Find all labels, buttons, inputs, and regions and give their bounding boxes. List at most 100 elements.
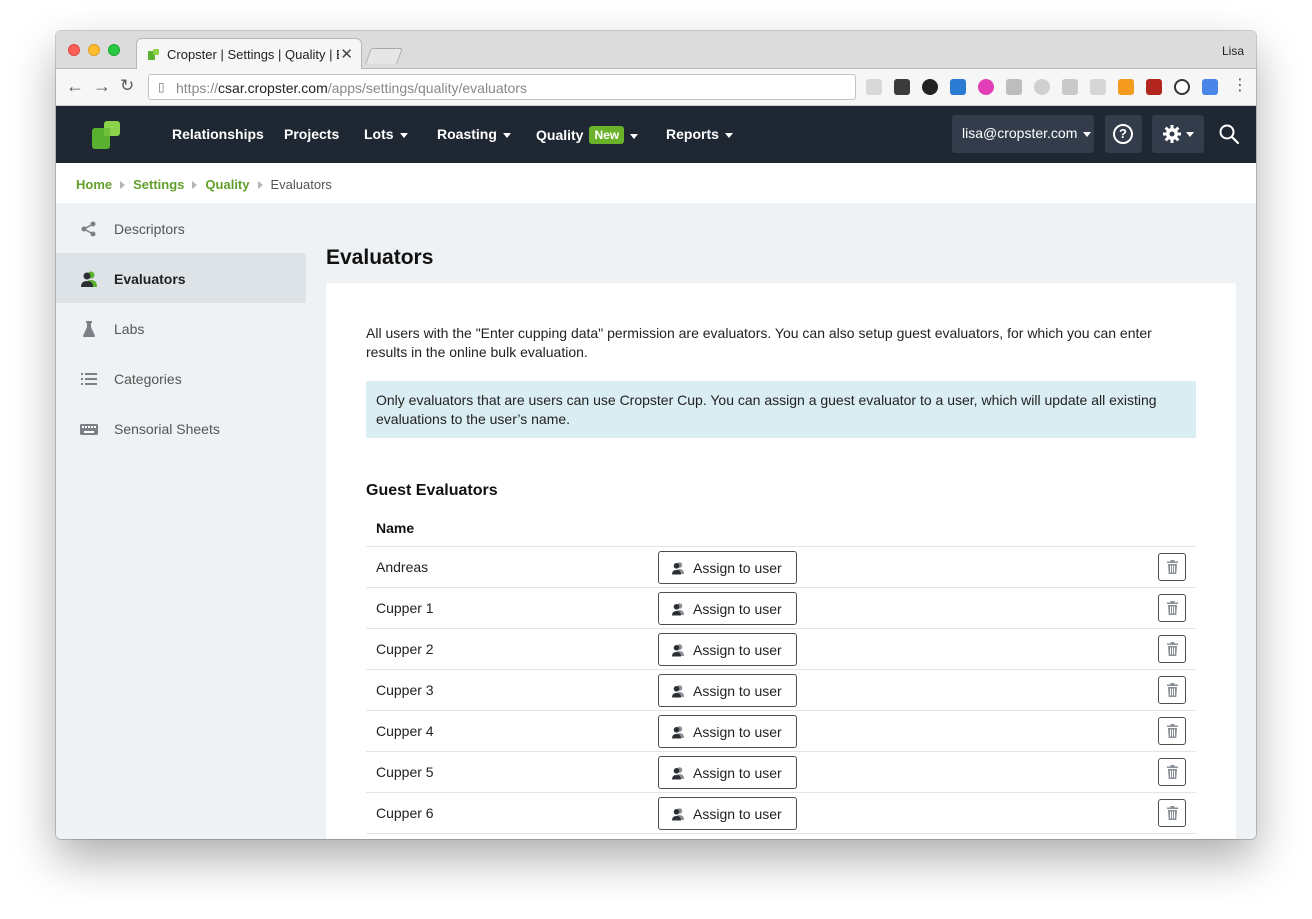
assign-to-user-button[interactable]: Assign to user: [658, 592, 797, 625]
chevron-down-icon: [1083, 131, 1092, 137]
breadcrumb-settings[interactable]: Settings: [133, 177, 184, 192]
settings-menu-button[interactable]: [1152, 115, 1204, 153]
chevron-down-icon: [630, 133, 639, 139]
nav-lots[interactable]: Lots: [364, 126, 408, 142]
user-menu-button[interactable]: lisa@cropster.com: [952, 115, 1094, 153]
page-info-icon[interactable]: ▯: [158, 80, 165, 94]
extension-6-icon[interactable]: [1006, 79, 1022, 95]
assign-to-user-button[interactable]: Assign to user: [658, 674, 797, 707]
user-icon: [672, 767, 684, 780]
browser-tab[interactable]: Cropster | Settings | Quality | E ✕: [136, 38, 362, 69]
sidebar-item-descriptors[interactable]: Descriptors: [56, 203, 306, 253]
sidebar-item-sensorial-sheets[interactable]: Sensorial Sheets: [56, 403, 306, 453]
trash-icon: [1167, 601, 1178, 615]
assign-button-label: Assign to user: [693, 724, 782, 740]
browser-profile-name[interactable]: Lisa: [1222, 44, 1244, 58]
delete-evaluator-button[interactable]: [1158, 717, 1186, 745]
nav-quality[interactable]: Quality New: [536, 126, 639, 144]
nav-roasting[interactable]: Roasting: [437, 126, 511, 142]
extension-7-icon[interactable]: [1034, 79, 1050, 95]
extension-2-icon[interactable]: [894, 79, 910, 95]
address-bar[interactable]: ▯ https://csar.cropster.com/apps/setting…: [148, 74, 856, 100]
breadcrumb: Home Settings Quality Evaluators: [56, 163, 1256, 203]
evaluator-name: Andreas: [376, 559, 429, 575]
delete-evaluator-button[interactable]: [1158, 799, 1186, 827]
evaluators-card: All users with the "Enter cupping data" …: [326, 283, 1236, 839]
extension-10-icon[interactable]: [1118, 79, 1134, 95]
table-row: Cupper 4 Assign to user: [366, 711, 1196, 752]
close-window-button[interactable]: [68, 44, 80, 56]
trash-icon: [1167, 642, 1178, 656]
forward-arrow-icon[interactable]: →: [93, 77, 111, 95]
extension-11-icon[interactable]: [1146, 79, 1162, 95]
new-tab-button[interactable]: [365, 48, 403, 64]
delete-evaluator-button[interactable]: [1158, 594, 1186, 622]
table-row: Cupper 1 Assign to user: [366, 588, 1196, 629]
delete-evaluator-button[interactable]: [1158, 676, 1186, 704]
assign-button-label: Assign to user: [693, 642, 782, 658]
browser-toolbar: ← → ↻ ▯ https://csar.cropster.com/apps/s…: [56, 69, 1256, 106]
new-badge: New: [589, 126, 625, 144]
browser-tab-bar: Cropster | Settings | Quality | E ✕ Lisa: [56, 31, 1256, 69]
extension-12-icon[interactable]: [1174, 79, 1190, 95]
help-button[interactable]: ?: [1105, 115, 1142, 153]
assign-to-user-button[interactable]: Assign to user: [658, 715, 797, 748]
extension-9-icon[interactable]: [1090, 79, 1106, 95]
sidebar-item-label: Labs: [114, 321, 145, 337]
sidebar-item-label: Categories: [114, 371, 182, 387]
assign-to-user-button[interactable]: Assign to user: [658, 756, 797, 789]
user-icon: [672, 603, 684, 616]
close-icon[interactable]: ✕: [340, 45, 353, 63]
delete-evaluator-button[interactable]: [1158, 635, 1186, 663]
table-row: Cupper 5 Assign to user: [366, 752, 1196, 793]
assign-to-user-button[interactable]: Assign to user: [658, 633, 797, 666]
delete-evaluator-button[interactable]: [1158, 758, 1186, 786]
translate-icon[interactable]: [1202, 79, 1218, 95]
reload-icon[interactable]: ↻: [120, 77, 134, 95]
minimize-window-button[interactable]: [88, 44, 100, 56]
content-area: Descriptors Evaluators Labs Categories S…: [56, 203, 1256, 839]
extension-1-icon[interactable]: [866, 79, 882, 95]
assign-button-label: Assign to user: [693, 765, 782, 781]
descriptors-icon: [81, 221, 96, 237]
assign-button-label: Assign to user: [693, 683, 782, 699]
extension-3-icon[interactable]: [922, 79, 938, 95]
assign-to-user-button[interactable]: Assign to user: [658, 797, 797, 830]
cropster-logo-icon[interactable]: [91, 120, 121, 150]
evaluator-name: Cupper 5: [376, 764, 434, 780]
sidebar-item-categories[interactable]: Categories: [56, 353, 306, 403]
list-icon: [81, 373, 97, 385]
maximize-window-button[interactable]: [108, 44, 120, 56]
chevron-down-icon: [724, 132, 733, 138]
browser-menu-icon[interactable]: ⋮: [1232, 77, 1248, 95]
breadcrumb-current: Evaluators: [270, 177, 332, 192]
extension-5-icon[interactable]: [978, 79, 994, 95]
search-icon[interactable]: [1218, 123, 1240, 145]
breadcrumb-home[interactable]: Home: [76, 177, 112, 192]
evaluator-name: Cupper 3: [376, 682, 434, 698]
trash-icon: [1167, 560, 1178, 574]
nav-relationships[interactable]: Relationships: [172, 126, 264, 142]
sidebar-item-label: Descriptors: [114, 221, 185, 237]
sidebar-item-labs[interactable]: Labs: [56, 303, 306, 353]
chevron-right-icon: [120, 181, 126, 189]
chevron-down-icon: [399, 132, 408, 138]
user-icon: [672, 808, 684, 821]
sidebar-item-evaluators[interactable]: Evaluators: [56, 253, 306, 303]
address-url[interactable]: https://csar.cropster.com/apps/settings/…: [176, 80, 527, 96]
assign-to-user-button[interactable]: Assign to user: [658, 551, 797, 584]
assign-button-label: Assign to user: [693, 601, 782, 617]
delete-evaluator-button[interactable]: [1158, 553, 1186, 581]
column-header-name: Name: [366, 508, 1196, 547]
keyboard-icon: [80, 424, 98, 435]
back-arrow-icon[interactable]: ←: [66, 77, 84, 95]
user-icon: [672, 726, 684, 739]
trash-icon: [1167, 765, 1178, 779]
nav-reports[interactable]: Reports: [666, 126, 733, 142]
nav-projects[interactable]: Projects: [284, 126, 339, 142]
extension-8-icon[interactable]: [1062, 79, 1078, 95]
help-icon: ?: [1113, 124, 1133, 144]
extension-4-icon[interactable]: [950, 79, 966, 95]
breadcrumb-quality[interactable]: Quality: [205, 177, 249, 192]
browser-window: Cropster | Settings | Quality | E ✕ Lisa…: [56, 31, 1256, 839]
